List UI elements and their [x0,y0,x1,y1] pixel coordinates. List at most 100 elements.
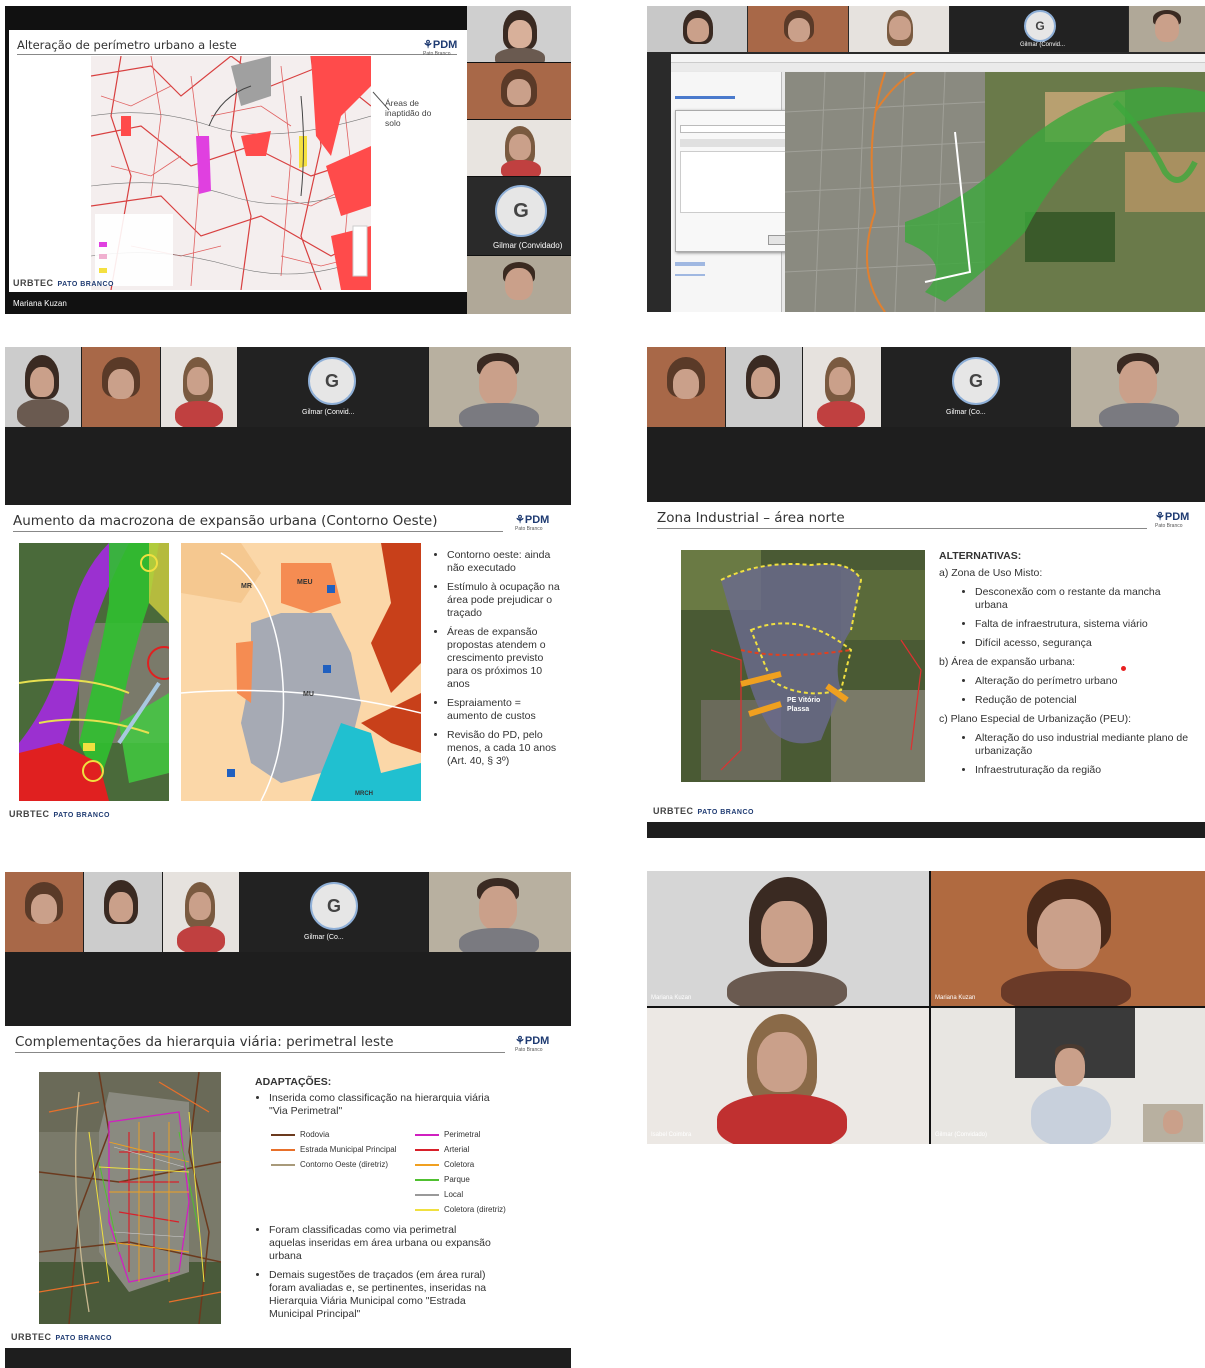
participant-tile [849,6,949,52]
map-label: PE Vitório Plassa [787,697,821,713]
screenshot-panel-4: G Gilmar (Co... Zona Industrial – área n… [647,347,1205,838]
title-rule [15,1052,505,1053]
participant-tile [1129,6,1205,52]
satellite-map[interactable] [785,72,1205,312]
google-earth-window [671,54,1205,312]
participant-tile [726,347,802,427]
pdm-logo: ⚘PDM Pato Branco [423,39,458,57]
avatar: G [952,357,1000,405]
avatar: G [310,882,358,930]
footer-city: PATO BRANCO [53,812,110,819]
legend-label: Rodovia [300,1130,330,1139]
participant-name: Gilmar (Convid... [1020,42,1066,48]
perimeter-map [91,56,371,290]
presenter-name: Mariana Kuzan [13,299,67,308]
screenshot-panel-5: G Gilmar (Co... Complementações da hiera… [5,872,571,1368]
participant-name: Gilmar (Co... [946,409,986,416]
legend-item: Estrada Municipal Principal [271,1145,397,1154]
laser-pointer [1121,666,1126,671]
participant-tile: G Gilmar (Convidado) [467,177,571,255]
footer-brand: URBTEC [13,278,54,288]
participant-tile [467,6,571,62]
bullet-item: Contorno oeste: ainda não executado [447,549,561,575]
participant-tile [748,6,848,52]
satellite-map [19,543,169,801]
participant-tile [647,347,725,427]
slide: Aumento da macrozona de expansão urbana … [5,505,571,826]
screenshot-panel-3: G Gilmar (Convid... Aumento da macrozona… [5,347,571,826]
option-item: Infraestruturação da região [975,764,1195,777]
pdm-logo: ⚘PDM Pato Branco [515,1035,550,1053]
pdm-logo: ⚘PDM Pato Branco [1155,511,1190,529]
participant-tile: Mariana Kuzan [931,871,1205,1006]
participant-name: Gilmar (Convidado) [935,1132,988,1138]
bullet-item: Espraiamento = aumento de custos [447,697,561,723]
zone-label: MRCH [355,791,373,797]
slide-title: Aumento da macrozona de expansão urbana … [13,513,438,529]
footer-city: PATO BRANCO [55,1335,112,1342]
footer-brand: URBTEC [9,809,50,819]
slide: Alteração de perímetro urbano a leste ⚘P… [9,30,467,292]
option-label: c) Plano Especial de Urbanização (PEU): [939,713,1132,725]
bullet-item: Foram classificadas como via perimetral … [269,1224,495,1263]
footer-logo: URBTEC PATO BRANCO [13,278,114,288]
avatar: G [495,185,547,237]
participant-name: Gilmar (Convidado) [493,241,563,250]
footer-logo: URBTEC PATO BRANCO [653,806,754,816]
zone-label: MR [241,583,252,590]
participant-tile: G Gilmar (Convid... [950,6,1128,52]
adaptations-heading: ADAPTAÇÕES: [255,1076,332,1088]
footer-brand: URBTEC [11,1332,52,1342]
slide-title: Complementações da hierarquia viária: pe… [15,1034,394,1050]
participant-tile: G Gilmar (Co... [882,347,1070,427]
option-label: a) Zona de Uso Misto: [939,567,1043,579]
participant-tile: Mariana Kuzan [647,871,929,1006]
road-hierarchy-map [39,1072,221,1324]
alternatives-heading: ALTERNATIVAS: [939,550,1022,562]
participant-tile [161,347,237,427]
toolbar [671,63,1205,71]
participant-tile [429,347,571,427]
pdm-logo-sub: Pato Branco [515,1047,543,1053]
participant-tile [82,347,160,427]
legend-label: Contorno Oeste (diretriz) [300,1160,389,1169]
legend-label: Coletora (diretriz) [444,1205,506,1214]
pdm-logo-sub: Pato Branco [423,51,451,57]
pdm-logo-text: PDM [524,1035,550,1047]
legend-item: Parque [415,1175,470,1184]
bullet-item: Estímulo à ocupação na área pode prejudi… [447,581,561,620]
participant-name: Isabel Coimbra [651,1132,692,1138]
legend-item: Arterial [415,1145,469,1154]
participant-tile: G Gilmar (Convid... [238,347,428,427]
participant-tile: G Gilmar (Co... [240,872,428,952]
footer-logo: URBTEC PATO BRANCO [11,1332,112,1342]
pdm-logo-text: PDM [524,514,550,526]
participant-tile [647,6,747,52]
bullet-list: Foram classificadas como via perimetral … [255,1224,495,1327]
legend-label: Estrada Municipal Principal [300,1145,397,1154]
pdm-logo-sub: Pato Branco [1155,523,1183,529]
bullet-list: Contorno oeste: ainda não executado Estí… [433,549,561,774]
pdm-logo-text: PDM [1164,511,1190,523]
title-rule [13,531,503,532]
participant-tile [84,872,162,952]
legend-item: Rodovia [271,1130,329,1139]
legend-label: Perimetral [444,1130,481,1139]
alternatives-text: ALTERNATIVAS: a) Zona de Uso Misto: Desc… [939,550,1195,783]
avatar: G [1024,10,1056,42]
participant-name: Gilmar (Convid... [302,409,355,416]
legend-item: Local [415,1190,463,1199]
pdm-logo-sub: Pato Branco [515,526,543,532]
slide: Zona Industrial – área norte ⚘PDM Pato Br… [647,502,1205,822]
option-label: b) Área de expansão urbana: [939,656,1076,668]
participant-tile [467,256,571,314]
footer-brand: URBTEC [653,806,694,816]
option-item: Alteração do uso industrial mediante pla… [975,732,1195,758]
screenshot-panel-1: Alteração de perímetro urbano a leste ⚘P… [5,6,571,314]
screenshot-panel-6: Mariana Kuzan Mariana Kuzan Isabel Coimb… [647,871,1205,1144]
satellite-map [681,550,925,782]
map-annotation: Áreas de inaptidão do solo [385,98,432,128]
bullet-item: Demais sugestões de traçados (em área ru… [269,1269,495,1321]
title-rule [657,528,1147,529]
title-rule [17,54,457,55]
